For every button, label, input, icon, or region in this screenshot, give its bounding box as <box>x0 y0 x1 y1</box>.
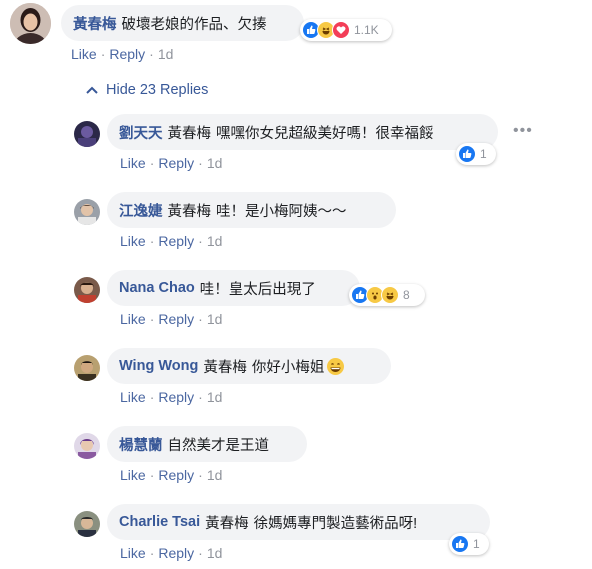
like-button[interactable]: Like <box>120 545 146 561</box>
reply-actions: Like · Reply · 1d <box>120 311 223 327</box>
comment-author[interactable]: 黃春梅 <box>73 13 117 34</box>
reply-text: 徐媽媽專門製造藝術品呀! <box>253 515 418 532</box>
reaction-count: 1 <box>473 537 480 551</box>
reply-button[interactable]: Reply <box>158 155 194 171</box>
like-icon <box>451 535 469 553</box>
reaction-summary[interactable]: 1 <box>449 533 489 555</box>
avatar[interactable] <box>10 3 51 44</box>
reply-bubble: Wing Wong 黃春梅 你好小梅姐 <box>107 348 391 384</box>
reply-mention[interactable]: 黃春梅 <box>168 200 212 221</box>
reaction-count: 1.1K <box>354 23 379 37</box>
reply-author[interactable]: 劉天天 <box>119 122 163 143</box>
timestamp[interactable]: 1d <box>207 389 223 405</box>
reply-bubble: 江逸婕 黃春梅 哇！是小梅阿姨～～ <box>107 192 396 228</box>
reaction-summary[interactable]: 1.1K <box>300 19 392 41</box>
avatar[interactable] <box>74 199 100 225</box>
reply-bubble: 楊慧蘭 自然美才是王道 <box>107 426 307 462</box>
reply-bubble: Charlie Tsai 黃春梅 徐媽媽專門製造藝術品呀! <box>107 504 490 540</box>
avatar[interactable] <box>74 511 100 537</box>
reply-mention[interactable]: 黃春梅 <box>205 512 249 533</box>
reply-text: 哇！是小梅阿姨～～ <box>216 203 347 220</box>
reply-text: 你好小梅姐 <box>251 359 325 376</box>
reply-actions: Like · Reply · 1d <box>120 233 223 249</box>
avatar[interactable] <box>74 433 100 459</box>
timestamp[interactable]: 1d <box>207 545 223 561</box>
reply-actions: Like · Reply · 1d <box>120 467 223 483</box>
reply-actions: Like · Reply · 1d <box>120 545 223 561</box>
chevron-up-icon <box>86 86 98 94</box>
reply-author[interactable]: 楊慧蘭 <box>119 434 163 455</box>
love-icon <box>332 21 350 39</box>
reply-text: 嘿嘿你女兒超級美好嗎！很幸福餒 <box>216 125 434 142</box>
timestamp[interactable]: 1d <box>158 46 174 62</box>
hide-replies-label: Hide 23 Replies <box>106 82 209 98</box>
more-options-icon[interactable]: ••• <box>513 122 533 140</box>
reply-text: 哇！皇太后出現了 <box>199 281 316 298</box>
reply-actions: Like · Reply · 1d <box>120 155 223 171</box>
reply-button[interactable]: Reply <box>158 389 194 405</box>
reply-button[interactable]: Reply <box>158 311 194 327</box>
avatar[interactable] <box>74 121 100 147</box>
haha-icon <box>381 286 399 304</box>
reply-button[interactable]: Reply <box>109 46 145 62</box>
reaction-count: 8 <box>403 288 410 302</box>
timestamp[interactable]: 1d <box>207 155 223 171</box>
reply-author[interactable]: Wing Wong <box>119 358 198 374</box>
reply-bubble: Nana Chao 哇！皇太后出現了 <box>107 270 360 306</box>
like-icon <box>458 145 476 163</box>
reply-bubble: 劉天天 黃春梅 嘿嘿你女兒超級美好嗎！很幸福餒 <box>107 114 498 150</box>
like-button[interactable]: Like <box>120 467 146 483</box>
reaction-summary[interactable]: 1 <box>456 143 496 165</box>
reply-author[interactable]: Nana Chao <box>119 280 195 296</box>
timestamp[interactable]: 1d <box>207 467 223 483</box>
comment-text: 破壞老娘的作品、欠揍 <box>121 16 267 33</box>
reply-mention[interactable]: 黃春梅 <box>168 122 212 143</box>
comment-bubble: 黃春梅 破壞老娘的作品、欠揍 <box>61 5 304 41</box>
reply-mention[interactable]: 黃春梅 <box>203 356 247 377</box>
avatar[interactable] <box>74 355 100 381</box>
like-button[interactable]: Like <box>120 233 146 249</box>
timestamp[interactable]: 1d <box>207 311 223 327</box>
reply-button[interactable]: Reply <box>158 545 194 561</box>
avatar[interactable] <box>74 277 100 303</box>
reaction-count: 1 <box>480 147 487 161</box>
like-button[interactable]: Like <box>120 155 146 171</box>
reply-text: 自然美才是王道 <box>167 437 270 454</box>
reply-author[interactable]: 江逸婕 <box>119 200 163 221</box>
grinning-emoji-icon <box>327 357 345 375</box>
reply-button[interactable]: Reply <box>158 233 194 249</box>
like-button[interactable]: Like <box>71 46 97 62</box>
hide-replies-button[interactable]: Hide 23 Replies <box>86 82 208 98</box>
timestamp[interactable]: 1d <box>207 233 223 249</box>
reply-button[interactable]: Reply <box>158 467 194 483</box>
reply-actions: Like · Reply · 1d <box>120 389 223 405</box>
like-button[interactable]: Like <box>120 311 146 327</box>
comment-actions: Like · Reply · 1d <box>71 46 174 62</box>
reply-author[interactable]: Charlie Tsai <box>119 514 200 530</box>
like-button[interactable]: Like <box>120 389 146 405</box>
reaction-summary[interactable]: 8 <box>349 284 425 306</box>
